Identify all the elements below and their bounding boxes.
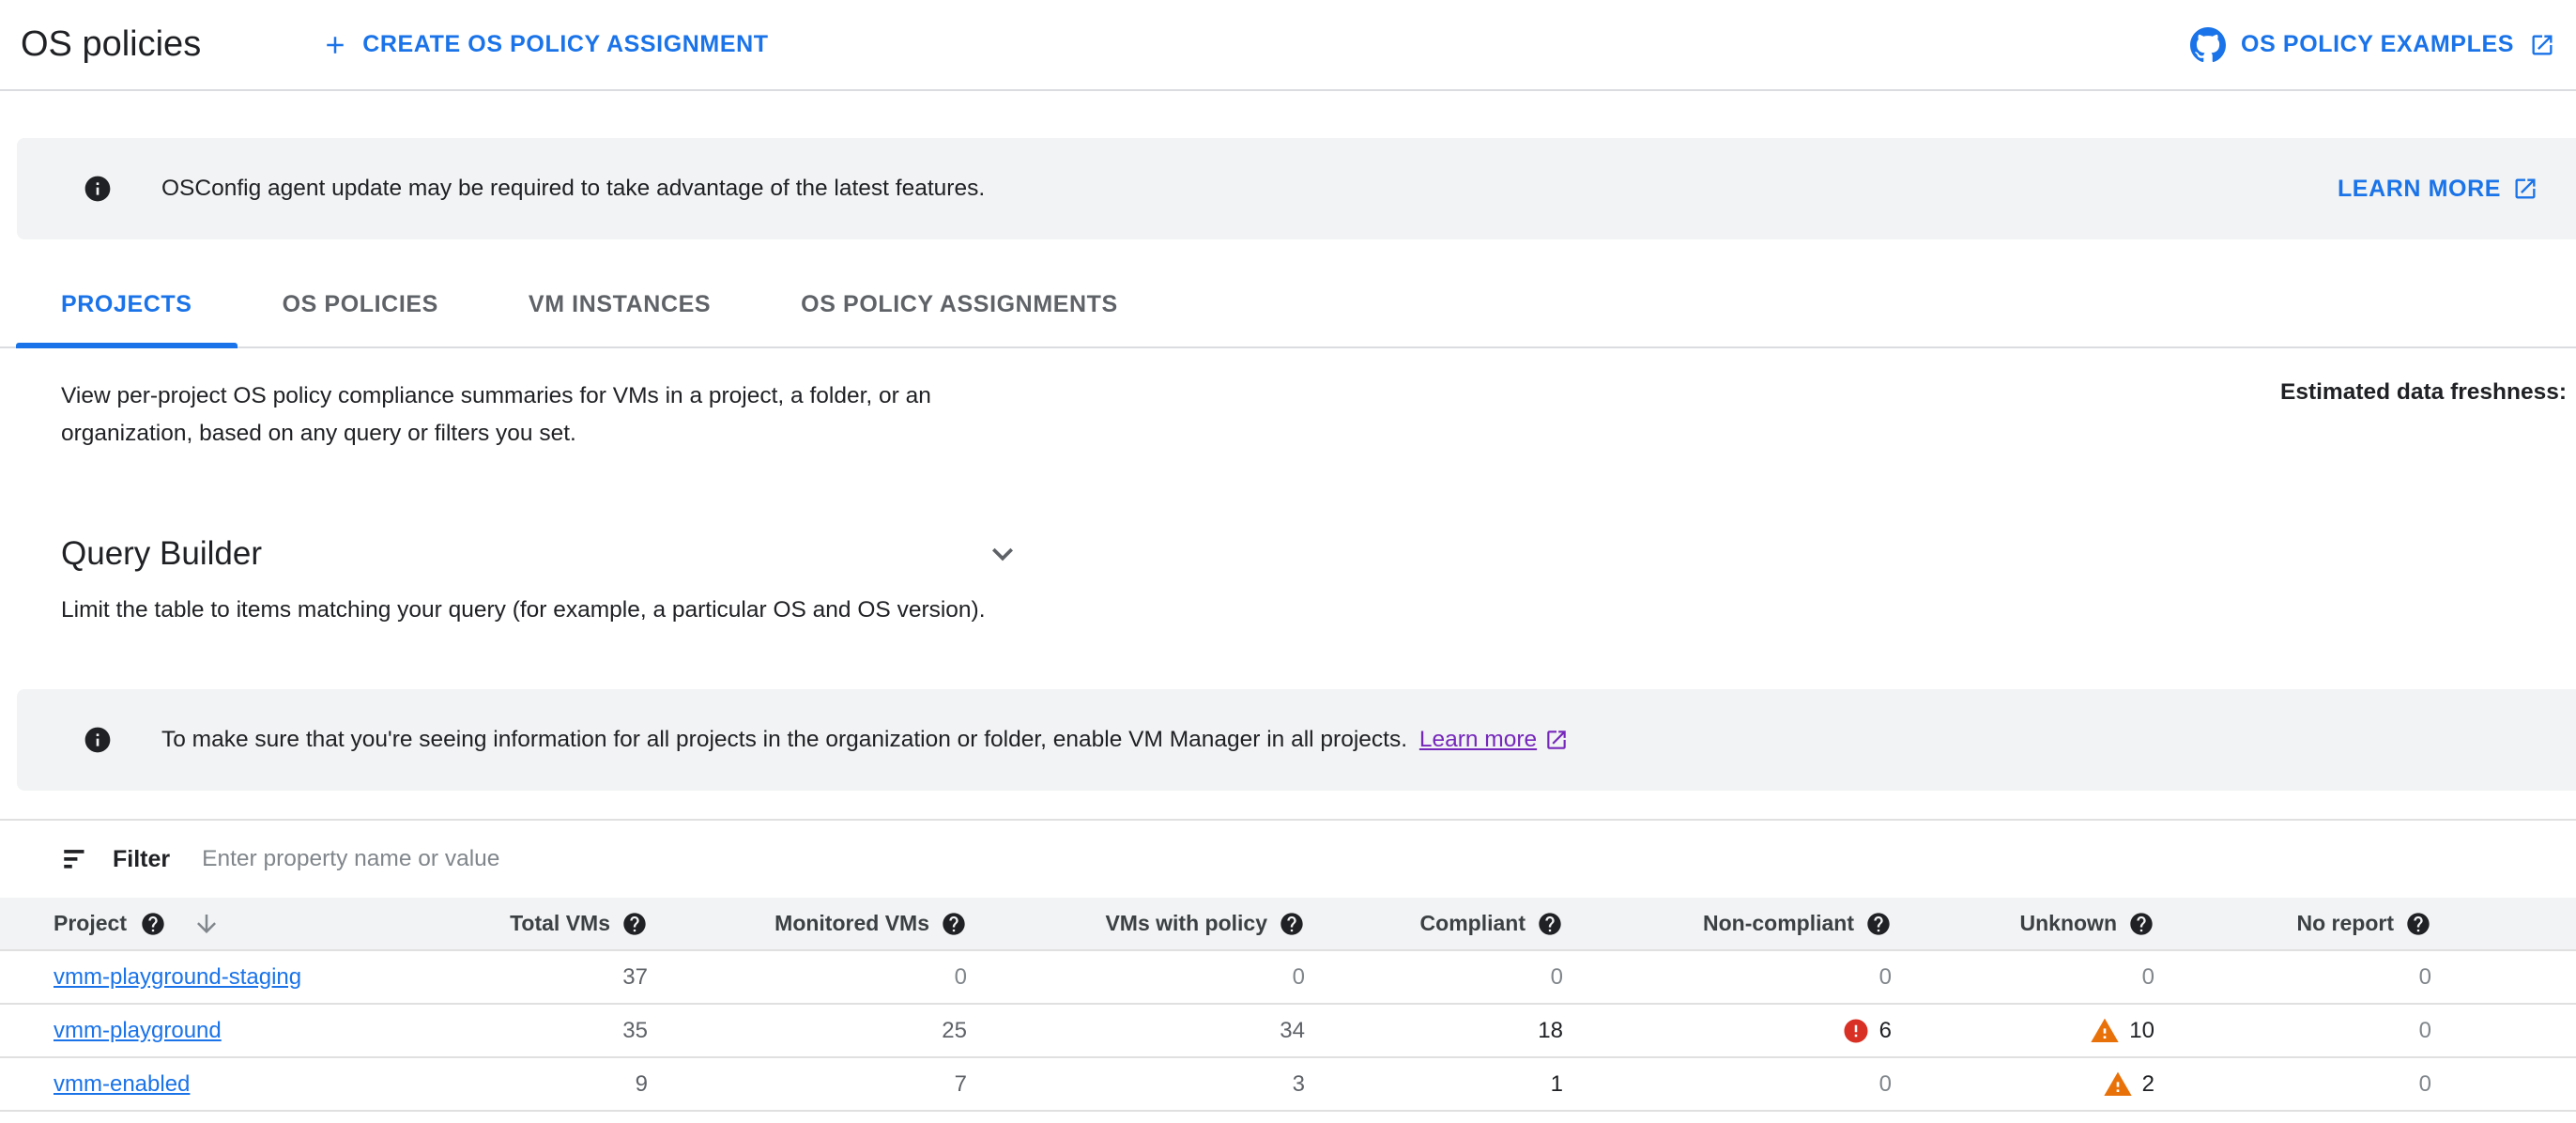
total-vms-value: 37 — [622, 963, 648, 990]
project-link[interactable]: vmm-playground-staging — [54, 964, 301, 991]
table-row: vmm-enabled 9 7 3 1 0 2 0 — [0, 1058, 2576, 1112]
column-header-vms-with-policy[interactable]: VMs with policy — [986, 911, 1324, 937]
vm-manager-banner-text: To make sure that you're seeing informat… — [161, 727, 1408, 752]
column-header-monitored-vms[interactable]: Monitored VMs — [667, 911, 986, 937]
filter-bar: Filter — [0, 821, 2576, 898]
warning-icon — [2103, 1071, 2132, 1096]
query-builder-header[interactable]: Query Builder — [61, 533, 1023, 575]
project-link[interactable]: vmm-enabled — [54, 1071, 190, 1098]
column-label: No report — [2296, 911, 2395, 935]
compliant-value: 18 — [1538, 1017, 1563, 1043]
table-header-row: Project Total VMs Monitored VMs VMs with… — [0, 898, 2576, 951]
no-report-value: 0 — [2418, 963, 2431, 990]
tab-projects[interactable]: PROJECTS — [16, 262, 238, 348]
column-label: VMs with policy — [1105, 911, 1267, 935]
table-row: vmm-playground-staging 37 0 0 0 0 0 0 — [0, 951, 2576, 1005]
external-link-icon — [1547, 731, 1566, 749]
page-title: OS policies — [21, 24, 202, 64]
external-link-icon — [2515, 178, 2536, 199]
vms-with-policy-value: 34 — [1280, 1017, 1305, 1043]
filter-input[interactable] — [202, 846, 2576, 872]
help-icon[interactable] — [1279, 911, 1305, 937]
learn-more-label: LEARN MORE — [2337, 175, 2501, 202]
total-vms-value: 35 — [622, 1017, 648, 1043]
compliant-value: 1 — [1550, 1070, 1563, 1097]
tab-bar: PROJECTS OS POLICIES VM INSTANCES OS POL… — [0, 262, 2576, 348]
column-header-no-report[interactable]: No report — [2173, 911, 2450, 937]
column-header-non-compliant[interactable]: Non-compliant — [1582, 911, 1910, 937]
tab-description: View per-project OS policy compliance su… — [61, 383, 931, 446]
vms-with-policy-value: 0 — [1292, 963, 1305, 990]
info-icon — [84, 727, 111, 753]
info-icon — [84, 176, 111, 202]
plus-icon — [327, 36, 344, 54]
tab-vm-instances[interactable]: VM INSTANCES — [483, 262, 756, 346]
create-button-label: CREATE OS POLICY ASSIGNMENT — [362, 31, 769, 57]
filter-label: Filter — [113, 845, 171, 872]
column-label: Total VMs — [510, 911, 610, 935]
projects-table-card: Filter Project Total VMs Monitored VMs V… — [0, 819, 2576, 1112]
non-compliant-value: 0 — [1878, 963, 1892, 990]
monitored-vms-value: 7 — [954, 1070, 967, 1097]
vm-manager-banner-message: To make sure that you're seeing informat… — [161, 727, 1569, 753]
column-header-unknown[interactable]: Unknown — [1910, 911, 2173, 937]
monitored-vms-value: 25 — [942, 1017, 967, 1043]
help-icon[interactable] — [2405, 911, 2431, 937]
external-link-icon — [2532, 35, 2553, 54]
data-freshness-label: Estimated data freshness: — [2280, 379, 2567, 405]
vm-manager-banner: To make sure that you're seeing informat… — [17, 689, 2576, 791]
help-icon[interactable] — [941, 911, 967, 937]
unknown-value: 10 — [2129, 1017, 2154, 1043]
learn-more-link[interactable]: LEARN MORE — [2338, 176, 2538, 203]
learn-more-link-purple[interactable]: Learn more — [1419, 727, 1569, 753]
total-vms-value: 9 — [635, 1070, 648, 1097]
github-icon — [2190, 26, 2227, 62]
project-link[interactable]: vmm-playground — [54, 1018, 222, 1044]
non-compliant-value: 6 — [1878, 1017, 1892, 1043]
unknown-value: 0 — [2141, 963, 2154, 990]
sort-descending-icon[interactable] — [192, 910, 221, 938]
learn-more-purple-label: Learn more — [1418, 727, 1538, 752]
filter-icon[interactable] — [60, 843, 92, 875]
help-icon[interactable] — [140, 911, 166, 937]
column-label: Unknown — [2019, 911, 2118, 935]
warning-icon — [2091, 1018, 2119, 1042]
no-report-value: 0 — [2418, 1017, 2431, 1043]
chevron-down-icon[interactable] — [982, 533, 1023, 575]
examples-link-label: OS POLICY EXAMPLES — [2241, 31, 2514, 57]
column-label: Project — [54, 911, 127, 935]
tab-os-policies[interactable]: OS POLICIES — [238, 262, 483, 346]
query-builder-title: Query Builder — [61, 535, 262, 572]
no-report-value: 0 — [2418, 1070, 2431, 1097]
create-os-policy-assignment-button[interactable]: CREATE OS POLICY ASSIGNMENT — [321, 31, 768, 59]
column-label: Non-compliant — [1703, 911, 1854, 935]
projects-overview: View per-project OS policy compliance su… — [61, 377, 2567, 453]
query-builder-section: Query Builder Limit the table to items m… — [61, 533, 2576, 623]
error-icon — [1844, 1019, 1868, 1042]
help-icon[interactable] — [2128, 911, 2154, 937]
page-header: OS policies CREATE OS POLICY ASSIGNMENT … — [0, 0, 2576, 91]
non-compliant-value: 0 — [1878, 1070, 1892, 1097]
column-label: Monitored VMs — [774, 911, 929, 935]
column-header-project[interactable]: Project — [0, 910, 422, 938]
column-header-total-vms[interactable]: Total VMs — [422, 911, 667, 937]
monitored-vms-value: 0 — [954, 963, 967, 990]
compliant-value: 0 — [1550, 963, 1563, 990]
help-icon[interactable] — [1865, 911, 1892, 937]
vms-with-policy-value: 3 — [1292, 1070, 1305, 1097]
help-icon[interactable] — [1537, 911, 1563, 937]
column-header-compliant[interactable]: Compliant — [1324, 911, 1582, 937]
table-row: vmm-playground 35 25 34 18 6 10 0 — [0, 1005, 2576, 1058]
query-builder-hint: Limit the table to items matching your q… — [61, 597, 986, 623]
column-label: Compliant — [1419, 911, 1526, 935]
osconfig-banner-message: OSConfig agent update may be required to… — [161, 176, 986, 201]
tab-os-policy-assignments[interactable]: OS POLICY ASSIGNMENTS — [756, 262, 1163, 346]
osconfig-update-banner: OSConfig agent update may be required to… — [17, 138, 2576, 239]
help-icon[interactable] — [621, 911, 648, 937]
os-policy-examples-link[interactable]: OS POLICY EXAMPLES — [2190, 26, 2555, 63]
os-policies-page: OS policies CREATE OS POLICY ASSIGNMENT … — [0, 0, 2576, 1123]
unknown-value: 2 — [2141, 1070, 2154, 1097]
